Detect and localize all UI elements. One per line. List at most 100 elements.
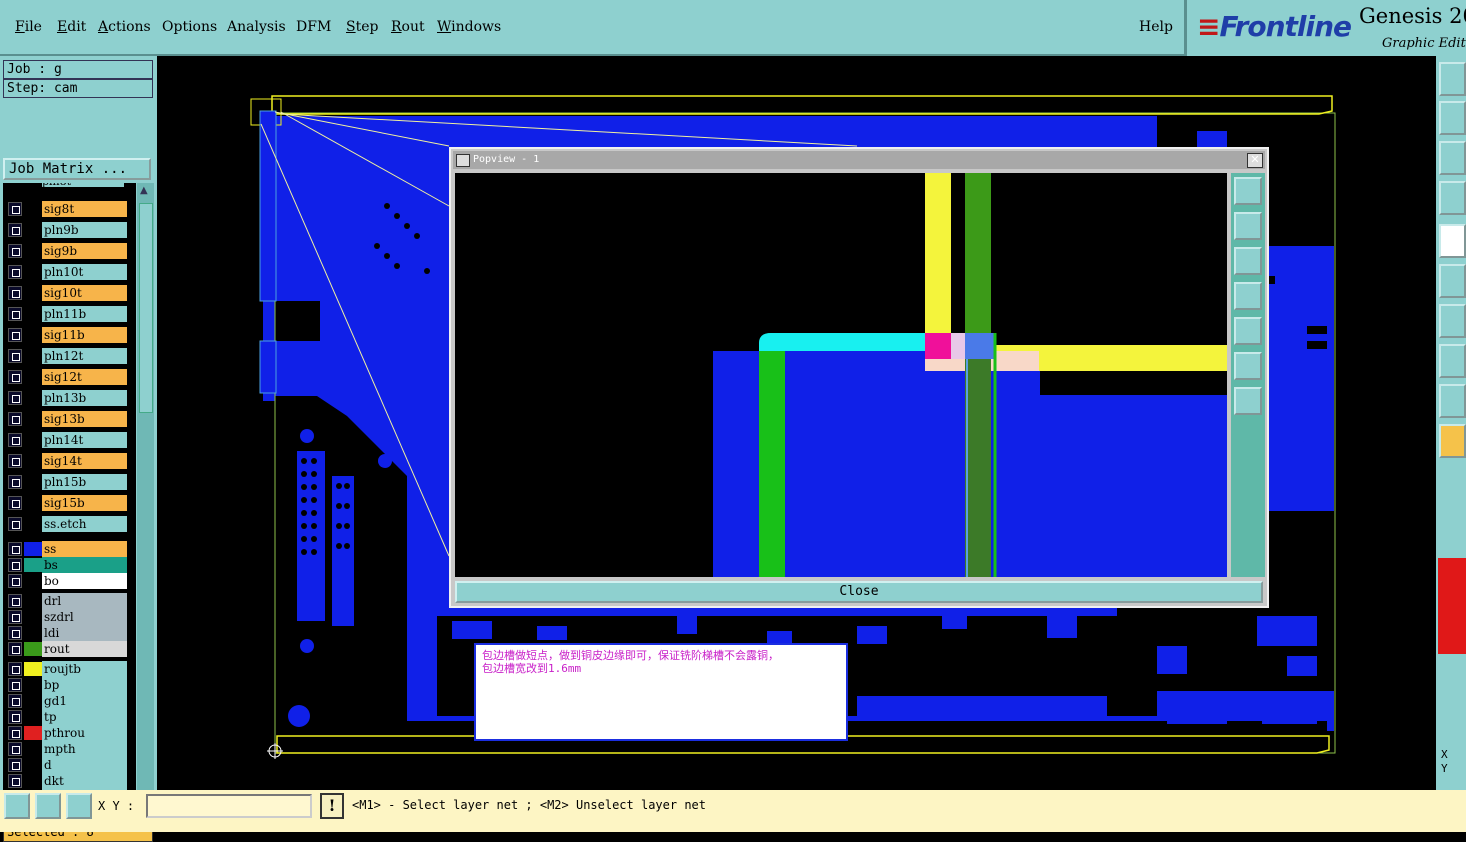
select-icon[interactable] — [1439, 304, 1466, 338]
popview-dialog[interactable]: Popview - 1 ✕ Close — [449, 147, 1269, 608]
layer-row-pln9b[interactable]: pln9b — [6, 222, 127, 238]
layer-row-sig11b[interactable]: sig11b — [6, 327, 127, 343]
menu-step[interactable]: Step — [346, 19, 378, 35]
layer-row-pln10t[interactable]: pln10t — [6, 264, 127, 280]
layer-checkbox[interactable] — [8, 710, 22, 724]
menu-file[interactable]: File — [15, 19, 42, 35]
layer-checkbox[interactable] — [8, 558, 22, 572]
scroll-thumb[interactable] — [139, 203, 153, 413]
layer-row-sig8t[interactable]: sig8t — [6, 201, 127, 217]
layer-scrollbar[interactable]: ▲ ▼ — [137, 183, 154, 819]
layer-row-mpth[interactable]: mpth — [6, 741, 127, 757]
scroll-up-icon[interactable]: ▲ — [140, 185, 148, 196]
layer-checkbox[interactable] — [8, 758, 22, 772]
menu-rout[interactable]: Rout — [391, 19, 425, 35]
layer-row-rout[interactable]: rout — [6, 641, 127, 657]
window-menu-icon[interactable] — [456, 154, 470, 167]
popview-titlebar[interactable]: Popview - 1 ✕ — [453, 151, 1265, 169]
menu-dfm[interactable]: DFM — [296, 19, 331, 35]
snap-icon[interactable] — [1439, 101, 1466, 135]
layer-row-dkt[interactable]: dkt — [6, 773, 127, 789]
layer-checkbox[interactable] — [8, 496, 22, 510]
job-matrix-button[interactable]: Job Matrix ... — [3, 158, 151, 180]
layer-row-drl[interactable]: drl — [6, 593, 127, 609]
layer-row-ss.etch[interactable]: ss.etch — [6, 516, 127, 532]
layer-view-icon[interactable] — [1439, 62, 1466, 96]
layer-checkbox[interactable] — [8, 594, 22, 608]
layer-row-bo[interactable]: bo — [6, 573, 127, 589]
zoom-area-icon[interactable] — [4, 793, 30, 819]
layer-row-pln12t[interactable]: pln12t — [6, 348, 127, 364]
navigator-preview[interactable] — [1438, 558, 1466, 654]
measure-icon[interactable] — [1439, 141, 1466, 175]
menu-actions[interactable]: Actions — [98, 19, 151, 35]
pan-right-icon[interactable] — [1234, 317, 1262, 345]
layer-checkbox[interactable] — [8, 223, 22, 237]
layer-checkbox[interactable] — [8, 542, 22, 556]
layer-checkbox[interactable] — [8, 412, 22, 426]
layer-row-szdrl[interactable]: szdrl — [6, 609, 127, 625]
layer-checkbox[interactable] — [8, 662, 22, 676]
layer-checkbox[interactable] — [8, 349, 22, 363]
layer-checkbox[interactable] — [8, 774, 22, 788]
layer-checkbox[interactable] — [8, 328, 22, 342]
layer-row-sig13b[interactable]: sig13b — [6, 411, 127, 427]
layer-row-ldi[interactable]: ldi — [6, 625, 127, 641]
net-icon[interactable] — [1439, 264, 1466, 298]
layer-checkbox[interactable] — [8, 574, 22, 588]
layer-row-bs[interactable]: bs — [6, 557, 127, 573]
layer-row-sig12t[interactable]: sig12t — [6, 369, 127, 385]
layer-checkbox[interactable] — [8, 642, 22, 656]
measure-tool-icon[interactable] — [35, 793, 61, 819]
layer-row-sig14t[interactable]: sig14t — [6, 453, 127, 469]
layer-checkbox[interactable] — [8, 742, 22, 756]
layer-checkbox[interactable] — [8, 370, 22, 384]
layer-row-ss[interactable]: ss — [6, 541, 127, 557]
layer-row-sig10t[interactable]: sig10t — [6, 285, 127, 301]
popview-canvas[interactable] — [455, 173, 1227, 577]
feature-icon[interactable] — [1439, 224, 1466, 258]
layer-checkbox[interactable] — [8, 286, 22, 300]
pan-left-icon[interactable] — [1234, 282, 1262, 310]
layer-checkbox[interactable] — [8, 307, 22, 321]
layer-row-tp[interactable]: tp — [6, 709, 127, 725]
alert-button[interactable]: ! — [320, 793, 344, 819]
layer-row-pln11b[interactable]: pln11b — [6, 306, 127, 322]
layer-row-pln14t[interactable]: pln14t — [6, 432, 127, 448]
layer-row-bp[interactable]: bp — [6, 677, 127, 693]
layer-row-pthrou[interactable]: pthrou — [6, 725, 127, 741]
layer-checkbox[interactable] — [8, 726, 22, 740]
rotate-icon[interactable] — [1439, 181, 1466, 215]
pan-down-icon[interactable] — [1234, 247, 1262, 275]
zoom-in-icon[interactable] — [1234, 352, 1262, 380]
layer-row-pln15b[interactable]: pln15b — [6, 474, 127, 490]
pointer-icon[interactable] — [1439, 424, 1466, 458]
layer-row-d[interactable]: d — [6, 757, 127, 773]
zoom-out-icon[interactable] — [1234, 387, 1262, 415]
menu-analysis[interactable]: Analysis — [227, 19, 286, 35]
layer-row-roujtb[interactable]: roujtb — [6, 661, 127, 677]
highlight-icon[interactable] — [1439, 344, 1466, 378]
layer-checkbox[interactable] — [8, 391, 22, 405]
layer-list[interactable]: pln8t sig8t pln9b sig9b pln10t sig10t pln11b s… — [3, 183, 136, 808]
menu-edit[interactable]: Edit — [57, 19, 86, 35]
close-icon[interactable]: ✕ — [1247, 153, 1263, 168]
close-button[interactable]: Close — [455, 581, 1263, 603]
layer-checkbox[interactable] — [8, 475, 22, 489]
layer-checkbox[interactable] — [8, 678, 22, 692]
layer-checkbox[interactable] — [8, 433, 22, 447]
menu-options[interactable]: Options — [162, 19, 217, 35]
layer-checkbox[interactable] — [8, 265, 22, 279]
pan-up-icon[interactable] — [1234, 212, 1262, 240]
layer-checkbox[interactable] — [8, 202, 22, 216]
layer-row-sig9b[interactable]: sig9b — [6, 243, 127, 259]
menu-help[interactable]: Help — [1139, 19, 1173, 35]
layer-checkbox[interactable] — [8, 694, 22, 708]
delete-icon[interactable] — [1439, 384, 1466, 418]
layer-checkbox[interactable] — [8, 244, 22, 258]
grid-icon[interactable] — [66, 793, 92, 819]
zoom-fit-icon[interactable] — [1234, 177, 1262, 205]
layer-row-gd1[interactable]: gd1 — [6, 693, 127, 709]
layer-row-pln13b[interactable]: pln13b — [6, 390, 127, 406]
xy-input[interactable] — [146, 794, 312, 818]
